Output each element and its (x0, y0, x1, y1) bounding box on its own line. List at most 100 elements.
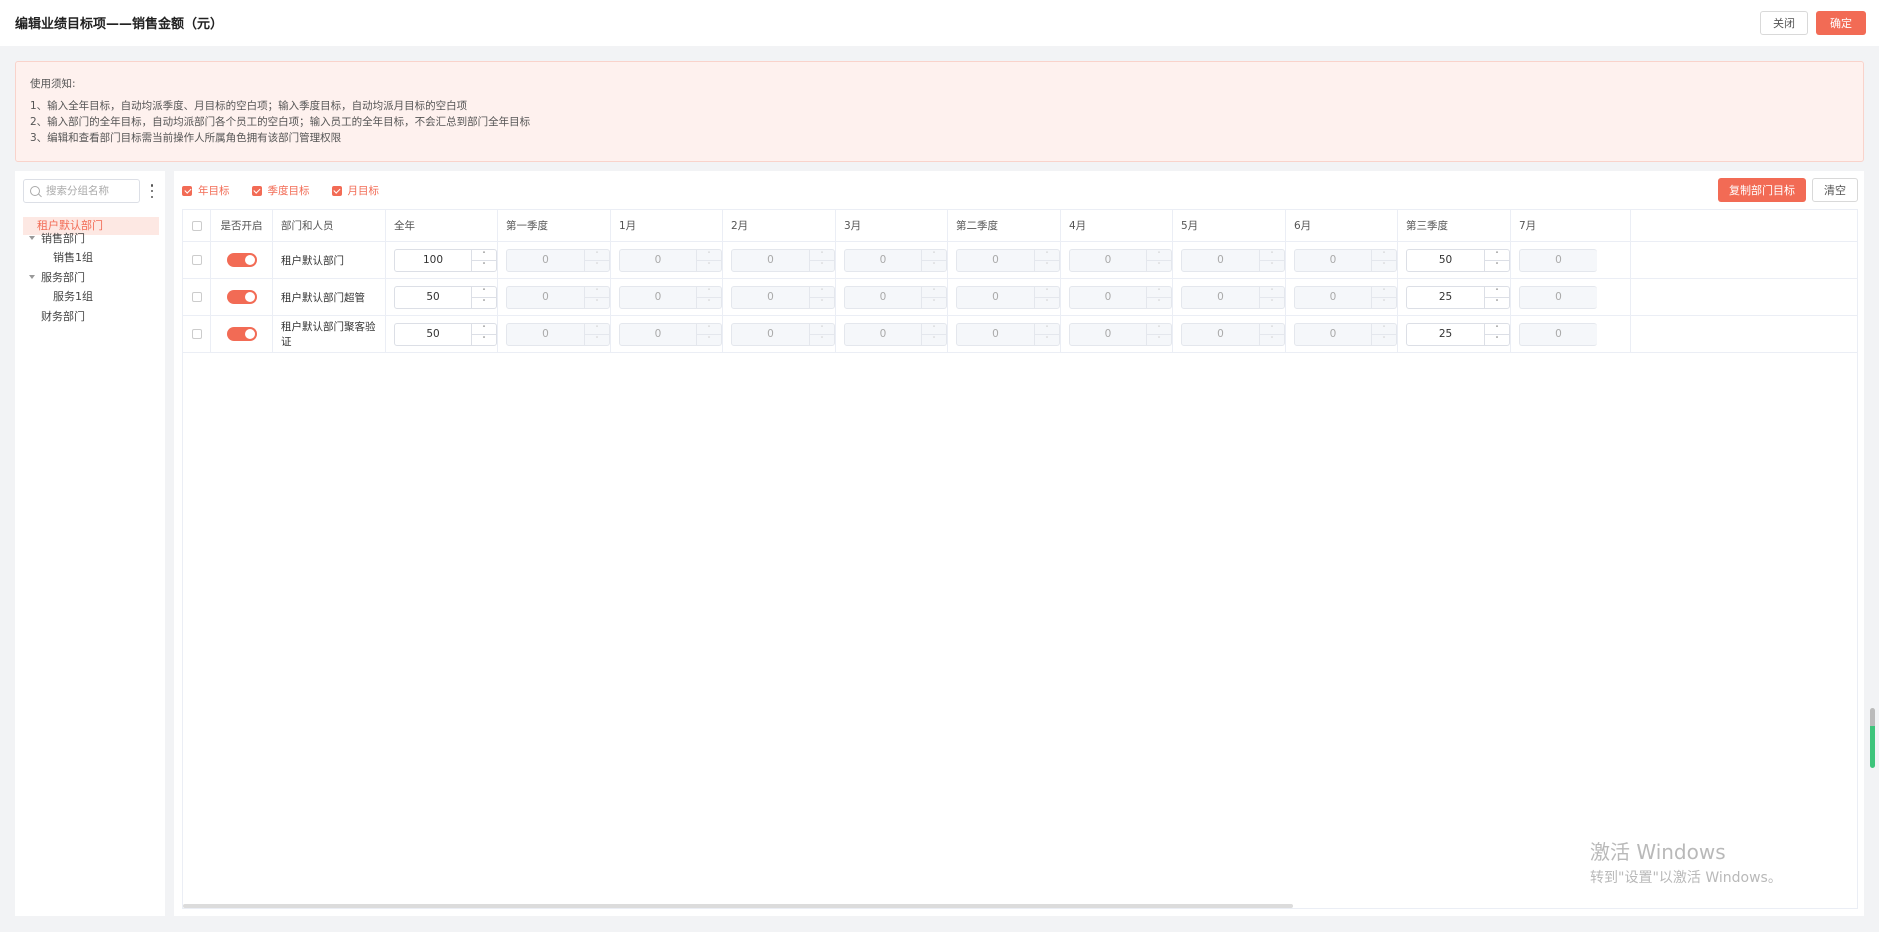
target-number-input: 0 ˄ ˅ (1069, 285, 1172, 309)
target-number-input[interactable]: 50 ˄ ˅ (1406, 248, 1510, 272)
row-checkbox[interactable] (191, 255, 202, 265)
enable-toggle[interactable] (226, 327, 257, 341)
target-number-input[interactable]: 50 ˄ ˅ (394, 285, 497, 309)
decrement-icon: ˅ (932, 261, 936, 270)
target-number-input: 0 ˄ ˅ (731, 285, 835, 309)
increment-icon[interactable]: ˄ (472, 287, 496, 298)
target-number-input[interactable]: 100 ˄ ˅ (394, 248, 497, 272)
table-cell: 50 ˄ ˅ (386, 279, 498, 315)
decrement-icon[interactable]: ˅ (472, 298, 496, 308)
table-cell: 0 (1511, 279, 1631, 315)
table-cell: 0 ˄ ˅ (723, 316, 836, 352)
decrement-icon: ˅ (932, 335, 936, 344)
quarter-target-checkbox[interactable]: 季度目标 (251, 183, 310, 198)
target-number-input: 0 ˄ ˅ (956, 248, 1060, 272)
target-number-input: 0 ˄ ˅ (1294, 285, 1397, 309)
decrement-icon[interactable]: ˅ (472, 335, 496, 345)
stepper: ˄ ˅ (922, 287, 946, 308)
decrement-icon: ˅ (707, 298, 711, 307)
target-value[interactable]: 50 (395, 323, 472, 345)
decrement-icon[interactable]: ˅ (1485, 298, 1509, 308)
stepper: ˄ ˅ (810, 250, 834, 271)
copy-dept-target-button[interactable]: 复制部门目标 (1718, 178, 1806, 202)
vertical-scrollbar[interactable] (1870, 708, 1875, 768)
notice-line: 1、输入全年目标，自动均派季度、月目标的空白项；输入季度目标，自动均派月目标的空… (30, 100, 468, 112)
notice-line: 2、输入部门的全年目标，自动均派部门各个员工的空白项；输入员工的全年目标，不会汇… (30, 116, 531, 128)
target-number-input: 0 ˄ ˅ (1069, 322, 1172, 346)
target-value[interactable]: 50 (1407, 249, 1485, 271)
decrement-icon: ˅ (1045, 298, 1049, 307)
target-value[interactable]: 50 (395, 286, 472, 308)
increment-icon: ˄ (1260, 324, 1284, 335)
stepper: ˄ ˅ (697, 324, 721, 345)
stepper: ˄ ˅ (1260, 250, 1284, 271)
increment-icon[interactable]: ˄ (1485, 287, 1509, 298)
increment-icon: ˄ (1035, 287, 1059, 298)
increment-icon: ˄ (697, 287, 721, 298)
month-target-checkbox[interactable]: 月目标 (331, 183, 379, 198)
select-all-checkbox[interactable] (191, 220, 202, 231)
horizontal-scrollbar[interactable] (183, 904, 1293, 908)
tree-item-service-group1[interactable]: 服务1组 (53, 288, 93, 306)
increment-icon[interactable]: ˄ (1485, 250, 1509, 261)
enable-toggle[interactable] (226, 290, 257, 304)
chevron-down-icon[interactable] (29, 236, 35, 240)
decrement-icon[interactable]: ˅ (1485, 335, 1509, 345)
increment-icon[interactable]: ˄ (1485, 324, 1509, 335)
target-value: 0 (1182, 323, 1260, 345)
stepper: ˄ ˅ (585, 250, 609, 271)
group-search-input[interactable] (46, 185, 136, 197)
table-cell: 0 ˄ ˅ (1173, 316, 1286, 352)
column-header: 第二季度 (948, 210, 1061, 241)
table-cell: 0 ˄ ˅ (948, 279, 1061, 315)
increment-icon: ˄ (1147, 324, 1171, 335)
confirm-button[interactable]: 确定 (1816, 11, 1866, 35)
stepper: ˄ ˅ (472, 324, 496, 345)
increment-icon[interactable]: ˄ (472, 250, 496, 261)
row-checkbox[interactable] (191, 292, 202, 302)
group-search[interactable] (23, 179, 140, 203)
target-number-input: 0 ˄ ˅ (1294, 248, 1397, 272)
tree-item-service-dept[interactable]: 服务部门 (41, 269, 85, 287)
decrement-icon[interactable]: ˅ (472, 261, 496, 271)
increment-icon[interactable]: ˄ (472, 324, 496, 335)
target-number-input: 0 ˄ ˅ (619, 285, 722, 309)
increment-icon: ˄ (1147, 250, 1171, 261)
table-cell: 0 ˄ ˅ (836, 242, 948, 278)
target-value[interactable]: 25 (1407, 323, 1485, 345)
notice-line: 3、编辑和查看部门目标需当前操作人所属角色拥有该部门管理权限 (30, 132, 342, 144)
table-cell: 50 ˄ ˅ (1398, 242, 1511, 278)
tree-item-sales-dept[interactable]: 销售部门 (41, 230, 85, 248)
chevron-down-icon[interactable] (29, 275, 35, 279)
table-cell: 0 ˄ ˅ (1061, 316, 1173, 352)
target-number-input[interactable]: 25 ˄ ˅ (1406, 322, 1510, 346)
more-vertical-icon[interactable] (149, 184, 155, 198)
year-target-checkbox[interactable]: 年目标 (182, 183, 230, 198)
increment-icon: ˄ (585, 324, 609, 335)
target-value[interactable]: 100 (395, 249, 472, 271)
stepper: ˄ ˅ (1485, 324, 1509, 345)
table-cell: 25 ˄ ˅ (1398, 279, 1511, 315)
increment-icon: ˄ (1372, 324, 1396, 335)
close-button[interactable]: 关闭 (1760, 11, 1808, 35)
target-value[interactable]: 25 (1407, 286, 1485, 308)
table-row: 租户默认部门超管 50 ˄ ˅ 0 ˄ ˅ 0 ˄ ˅ 0 ˄ ˅ 0 ˄ ˅ 0 ˄ ˅ 0 ˄ ˅ 0 ˄ ˅ 0 ˄ ˅ 25 ˄ ˅… (183, 279, 1857, 316)
enable-toggle[interactable] (226, 253, 257, 267)
target-value: 0 (1070, 249, 1147, 271)
column-header: 3月 (836, 210, 948, 241)
tree-item-finance-dept[interactable]: 财务部门 (41, 308, 85, 326)
row-checkbox[interactable] (191, 329, 202, 339)
decrement-icon[interactable]: ˅ (1485, 261, 1509, 271)
table-cell: 0 ˄ ˅ (611, 242, 723, 278)
table-row: 租户默认部门 100 ˄ ˅ 0 ˄ ˅ 0 ˄ ˅ 0 ˄ ˅ 0 ˄ ˅ 0 ˄ ˅ 0 ˄ ˅ 0 ˄ ˅ 0 ˄ ˅ 50 ˄ ˅ 0 (183, 242, 1857, 279)
target-number-input[interactable]: 50 ˄ ˅ (394, 322, 497, 346)
increment-icon: ˄ (1035, 250, 1059, 261)
tree-item-sales-group1[interactable]: 销售1组 (53, 249, 93, 267)
target-number-input[interactable]: 25 ˄ ˅ (1406, 285, 1510, 309)
decrement-icon: ˅ (1382, 298, 1386, 307)
stepper: ˄ ˅ (472, 287, 496, 308)
target-table: 是否开启 部门和人员 全年 第一季度 1月 2月 3月 第二季度 4月 5月 6月 第三季度 7月 租户… (182, 209, 1858, 909)
clear-button[interactable]: 清空 (1812, 178, 1858, 202)
dialog-header: 编辑业绩目标项——销售金额（元） 关闭 确定 (0, 0, 1879, 46)
target-value: 0 (507, 249, 585, 271)
